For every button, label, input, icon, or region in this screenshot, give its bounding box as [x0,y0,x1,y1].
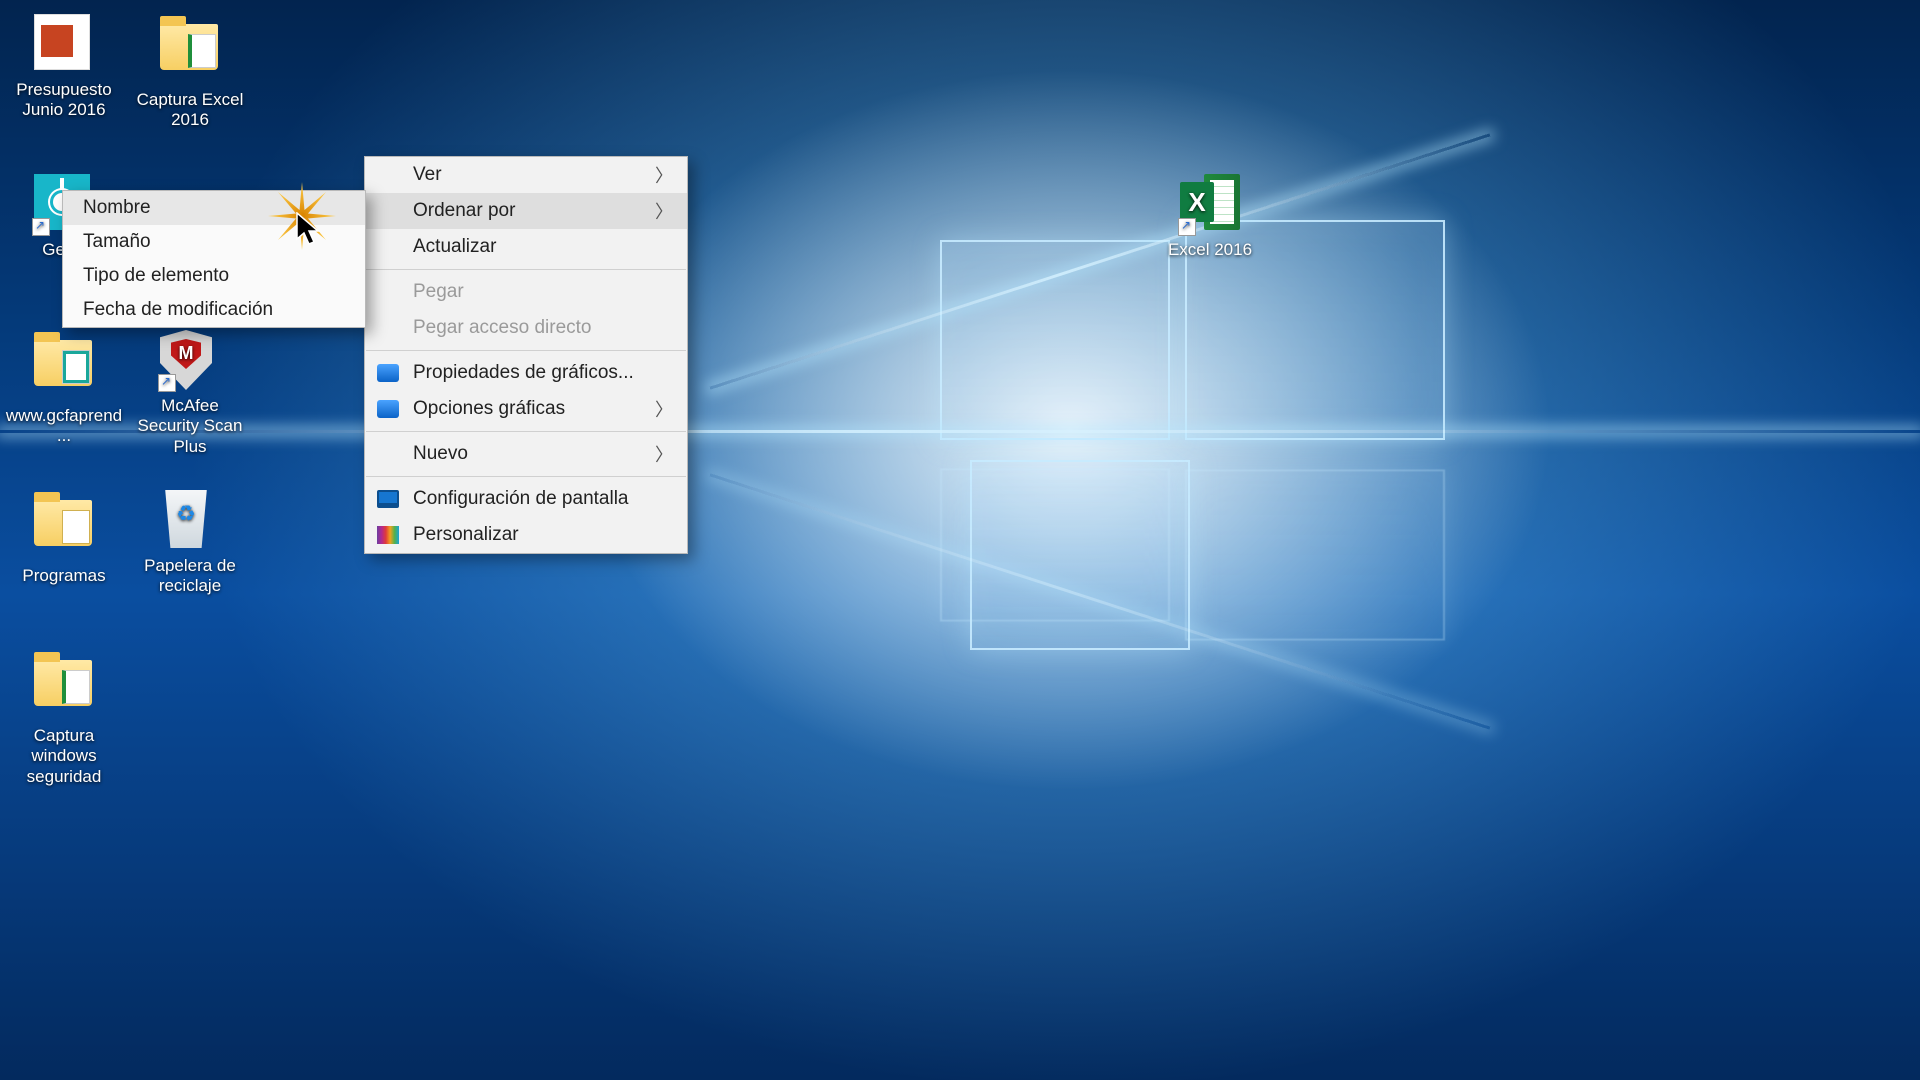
menu-item-label: Fecha de modificación [83,299,273,321]
menu-item-personalizar[interactable]: Personalizar [365,517,687,553]
menu-item-label: Propiedades de gráficos... [413,362,634,384]
menu-item-ordenar-por[interactable]: Ordenar por 〉 [365,193,687,229]
desktop-context-menu: Ver 〉 Ordenar por 〉 Actualizar Pegar Peg… [364,156,688,554]
menu-separator [366,431,686,432]
menu-separator [366,350,686,351]
menu-item-pegar-acceso-directo: Pegar acceso directo [365,310,687,346]
submenu-item-tamano[interactable]: Tamaño [63,225,365,259]
menu-item-nuevo[interactable]: Nuevo 〉 [365,436,687,472]
menu-item-label: Tipo de elemento [83,265,229,287]
icon-label: www.gcfaprend... [4,406,124,447]
menu-item-pegar: Pegar [365,274,687,310]
icon-label: Captura windows seguridad [4,726,124,787]
menu-item-label: Tamaño [83,231,151,253]
icon-label: Programas [4,566,124,586]
menu-item-label: Nuevo [413,443,468,465]
icon-label: Captura Excel 2016 [130,90,250,131]
shortcut-arrow-icon [1178,218,1196,236]
submenu-item-fecha-modificacion[interactable]: Fecha de modificación [63,293,365,327]
desktop-icon-programas[interactable]: Programas [4,490,124,586]
menu-item-opciones-graficas[interactable]: Opciones gráficas 〉 [365,391,687,427]
folder-icon [34,500,94,560]
menu-item-ver[interactable]: Ver 〉 [365,157,687,193]
desktop-icon-captura-excel[interactable]: Captura Excel 2016 [130,14,250,131]
desktop-icon-gcf[interactable]: www.gcfaprend... [4,330,124,447]
intel-graphics-icon [377,400,399,418]
chevron-right-icon: 〉 [655,198,673,224]
menu-item-label: Opciones gráficas [413,398,565,420]
menu-item-label: Personalizar [413,524,519,546]
menu-item-label: Nombre [83,197,151,219]
desktop-icon-captura-windows[interactable]: Captura windows seguridad [4,650,124,787]
desktop-icon-mcafee[interactable]: M McAfee Security Scan Plus [130,330,250,457]
display-settings-icon [377,490,399,508]
menu-item-actualizar[interactable]: Actualizar [365,229,687,265]
menu-item-label: Ordenar por [413,200,515,222]
chevron-right-icon: 〉 [655,162,673,188]
icon-label: Presupuesto Junio 2016 [4,80,124,121]
excel-app-icon: X [1180,174,1240,234]
icon-label: Papelera de reciclaje [130,556,250,597]
recycle-bin-icon: ♻ [160,490,220,550]
submenu-item-nombre[interactable]: Nombre [63,191,365,225]
submenu-item-tipo-elemento[interactable]: Tipo de elemento [63,259,365,293]
desktop-icon-recycle-bin[interactable]: ♻ Papelera de reciclaje [130,490,250,597]
desktop-icon-presupuesto[interactable]: P Presupuesto Junio 2016 [4,14,124,121]
menu-item-configuracion-pantalla[interactable]: Configuración de pantalla [365,481,687,517]
folder-icon [160,24,220,84]
personalize-icon [377,526,399,544]
sort-by-submenu: Nombre Tamaño Tipo de elemento Fecha de … [62,190,366,328]
intel-graphics-icon [377,364,399,382]
chevron-right-icon: 〉 [655,396,673,422]
menu-item-label: Ver [413,164,442,186]
folder-icon [34,340,94,400]
desktop-icon-excel[interactable]: X Excel 2016 [1150,174,1270,260]
menu-item-label: Configuración de pantalla [413,488,629,510]
icon-label: Excel 2016 [1150,240,1270,260]
icon-label: McAfee Security Scan Plus [130,396,250,457]
menu-item-label: Pegar [413,281,464,303]
chevron-right-icon: 〉 [655,441,673,467]
menu-item-label: Pegar acceso directo [413,317,592,339]
wallpaper [0,0,1920,1080]
shortcut-arrow-icon [158,374,176,392]
folder-icon [34,660,94,720]
menu-separator [366,269,686,270]
menu-item-propiedades-graficos[interactable]: Propiedades de gráficos... [365,355,687,391]
mcafee-shield-icon: M [160,330,220,390]
menu-item-label: Actualizar [413,236,496,258]
menu-separator [366,476,686,477]
powerpoint-file-icon: P [34,14,94,74]
shortcut-arrow-icon [32,218,50,236]
